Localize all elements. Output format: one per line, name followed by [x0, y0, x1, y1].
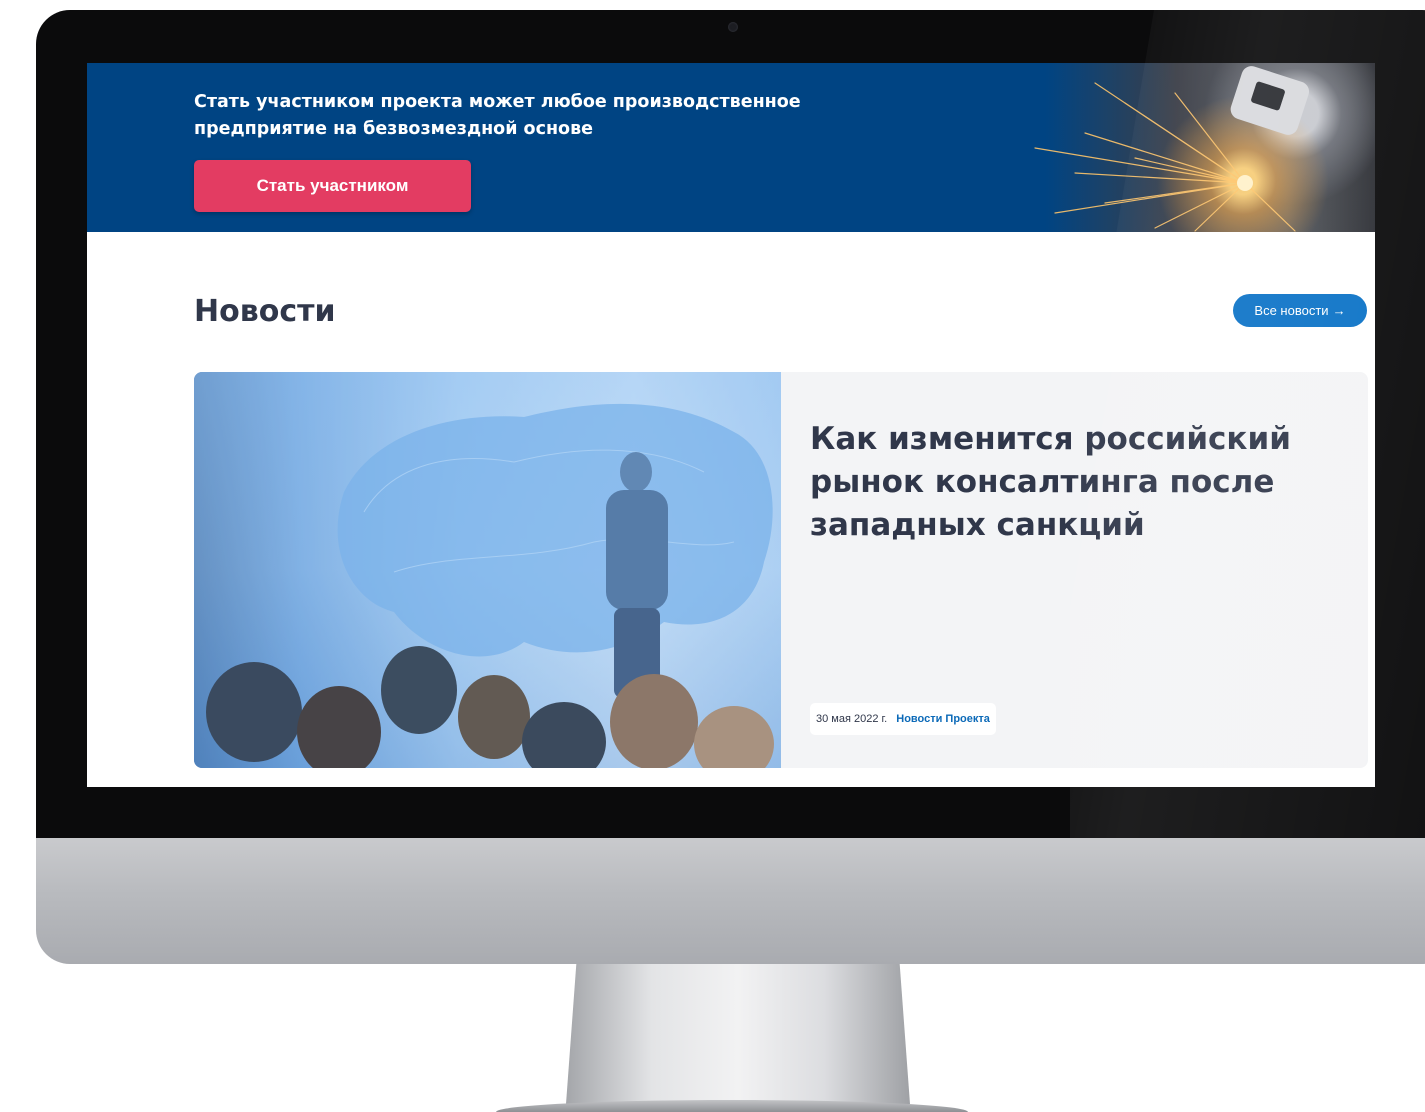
hero-banner: Стать участником проекта может любое про…	[87, 63, 1375, 232]
news-date: 30 мая 2022 г.	[816, 713, 888, 725]
news-headline[interactable]: Как изменится российский рынок консалтин…	[810, 418, 1330, 547]
hero-text: Стать участником проекта может любое про…	[194, 92, 801, 139]
monitor-stand	[566, 964, 910, 1104]
all-news-button[interactable]: Все новости →	[1233, 294, 1367, 327]
news-category-link[interactable]: Новости Проекта	[896, 713, 990, 725]
news-section-title: Новости	[194, 294, 336, 329]
website-screen: Стать участником проекта может любое про…	[87, 63, 1375, 787]
all-news-label: Все новости	[1254, 303, 1329, 318]
welding-sparks-image	[1034, 66, 1310, 232]
monitor-chin	[36, 838, 1425, 964]
webcam-icon	[728, 22, 738, 32]
news-photo[interactable]	[194, 372, 781, 768]
featured-news-card[interactable]: Как изменится российский рынок консалтин…	[194, 372, 1368, 768]
monitor-mockup-scene: Стать участником проекта может любое про…	[0, 0, 1425, 1112]
arrow-right-icon: →	[1332, 303, 1346, 318]
conference-map-image	[194, 372, 781, 768]
become-participant-button[interactable]: Стать участником	[194, 160, 471, 212]
news-meta-badge: 30 мая 2022 г. Новости Проекта	[810, 703, 996, 735]
